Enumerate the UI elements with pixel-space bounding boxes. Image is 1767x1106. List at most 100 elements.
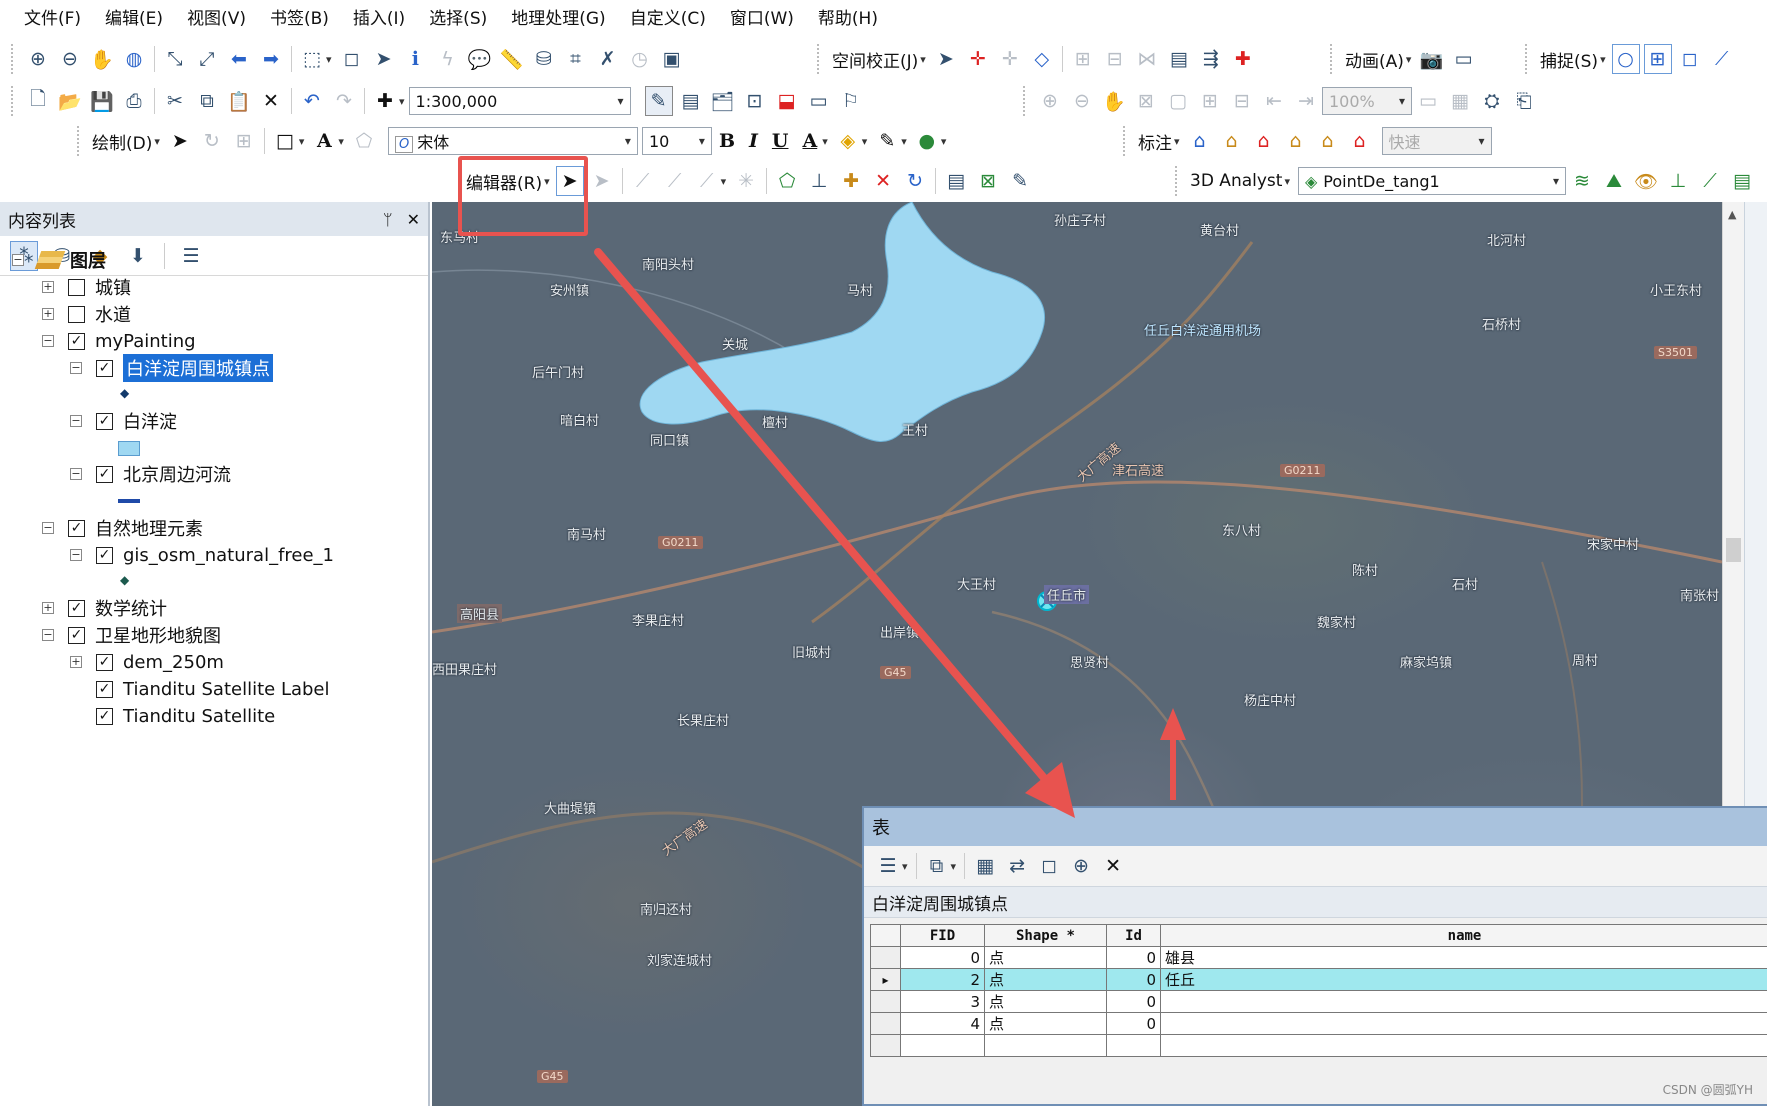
point-symbol-icon[interactable]: ◆ [120, 379, 129, 407]
row-selector[interactable] [870, 990, 901, 1013]
font-color-button[interactable]: A [795, 130, 824, 152]
expand-icon[interactable]: + [42, 308, 54, 320]
modelbuilder-icon[interactable]: ⚐ [837, 86, 865, 116]
switch-selection-icon[interactable]: ⇄ [1003, 851, 1031, 881]
end-point-arc-icon[interactable]: ⟋ [661, 166, 689, 196]
expand-icon[interactable]: + [70, 656, 82, 668]
edit-pointer-icon[interactable]: ➤ [932, 44, 960, 74]
labeling-menu[interactable]: 标注 [1134, 129, 1176, 154]
point-tool-icon[interactable]: ✳ [732, 166, 760, 196]
identity-link-icon[interactable]: ⋈ [1133, 44, 1161, 74]
multi-displacement-icon[interactable]: ◇ [1028, 44, 1056, 74]
pan-hand-icon[interactable]: ✋ [88, 44, 116, 74]
scroll-thumb[interactable] [1726, 538, 1741, 562]
bold-button[interactable]: B [712, 130, 742, 152]
limited-adjust-icon[interactable]: ⊟ [1101, 44, 1129, 74]
visibility-checkbox[interactable]: ✓ [96, 412, 113, 430]
cell-empty[interactable] [984, 1034, 1107, 1057]
straight-segment-icon[interactable]: ⟋ [629, 166, 657, 196]
cell-empty[interactable] [1106, 1034, 1161, 1057]
snapping-menu[interactable]: 捕捉(S) [1536, 47, 1602, 72]
back-arrow-icon[interactable]: ⬅ [225, 44, 253, 74]
route-icon[interactable]: ⌗ [562, 44, 590, 74]
rotate-icon[interactable]: ↻ [198, 126, 226, 156]
zoom-100-icon[interactable]: ▢ [1164, 86, 1192, 116]
marker-color-icon[interactable]: ● [913, 126, 941, 156]
lock-labels-icon[interactable]: ⌂ [1218, 126, 1246, 156]
interpolate-line-icon[interactable]: ⟋ [1696, 166, 1724, 196]
layout-zoom-in-icon[interactable]: ⊕ [1036, 86, 1064, 116]
collapse-icon[interactable]: − [70, 362, 82, 374]
cell-id[interactable]: 0 [1106, 1012, 1161, 1035]
table-options-icon[interactable]: ☰ [874, 851, 902, 881]
reshape-icon[interactable]: ⊥ [805, 166, 833, 196]
collapse-icon[interactable]: − [70, 468, 82, 480]
toc-layer-chengzhen[interactable]: + 城镇 [42, 273, 131, 301]
font-size-combo[interactable]: 10 ▾ [641, 127, 712, 155]
list-by-selection-icon[interactable]: ⬇ [124, 241, 152, 271]
column-header-fid[interactable]: FID [900, 924, 985, 947]
zoom-out-icon[interactable]: ⊖ [56, 44, 84, 74]
table-tab-name[interactable]: 白洋淀周围城镇点 [864, 886, 1767, 918]
view-link-table-icon[interactable]: ▤ [1165, 44, 1193, 74]
edge-snapping-icon[interactable]: ⟋ [1708, 44, 1736, 74]
collapse-icon[interactable]: − [42, 629, 54, 641]
edit-vertices-tool-icon[interactable]: ⬠ [773, 166, 801, 196]
visibility-checkbox[interactable]: ✓ [96, 359, 113, 377]
underline-button[interactable]: U [765, 130, 796, 152]
change-layout-icon[interactable]: ⛭ [1478, 86, 1506, 116]
visibility-checkbox[interactable]: ✓ [68, 599, 85, 617]
visibility-checkbox[interactable] [68, 278, 85, 296]
catalog-icon[interactable]: 🗂 [709, 86, 737, 116]
cell-name[interactable] [1160, 1012, 1767, 1035]
cell-empty[interactable] [1160, 1034, 1767, 1057]
map-scale-combo[interactable]: 1:300,000 ▾ [408, 87, 631, 115]
new-displacement-link-icon[interactable]: ✛ [964, 44, 992, 74]
menu-selection[interactable]: 选择(S) [417, 0, 499, 38]
paste-icon[interactable]: 📋 [225, 86, 253, 116]
visibility-checkbox[interactable]: ✓ [96, 465, 113, 483]
search-window-icon[interactable]: ⊡ [741, 86, 769, 116]
next-extent-page-icon[interactable]: ⇥ [1292, 86, 1320, 116]
label-manager-icon[interactable]: ⌂ [1186, 126, 1214, 156]
cell-shape[interactable]: 点 [984, 946, 1107, 969]
cell-shape[interactable]: 点 [984, 990, 1107, 1013]
redo-icon[interactable]: ↷ [330, 86, 358, 116]
end-snapping-icon[interactable]: ⊞ [1643, 44, 1672, 74]
select-features-icon[interactable]: ⬚ [298, 44, 326, 74]
toc-layer-tianditu-label[interactable]: ✓ Tianditu Satellite Label [96, 675, 330, 703]
vertex-snapping-icon[interactable]: ◻ [1676, 44, 1704, 74]
fixed-zoom-in-page-icon[interactable]: ⊞ [1196, 86, 1224, 116]
cell-shape[interactable]: 点 [984, 1012, 1107, 1035]
table-of-contents-icon[interactable]: ▤ [677, 86, 705, 116]
pin-icon[interactable]: ᛘ [383, 210, 393, 229]
layout-pan-icon[interactable]: ✋ [1100, 86, 1128, 116]
options-icon[interactable]: ☰ [177, 241, 205, 271]
open-folder-icon[interactable]: 📂 [56, 86, 84, 116]
new-document-icon[interactable]: 🗋 [24, 86, 52, 116]
fixed-zoom-out-icon[interactable]: ⤢ [193, 44, 221, 74]
column-header-id[interactable]: Id [1106, 924, 1161, 947]
row-selector[interactable] [870, 1012, 901, 1035]
full-extent-globe-icon[interactable]: ◍ [120, 44, 148, 74]
menu-geoprocessing[interactable]: 地理处理(G) [499, 0, 617, 38]
select-elements-arrow-icon[interactable]: ➤ [166, 126, 194, 156]
line-symbol-icon[interactable] [118, 487, 140, 515]
edge-match-icon[interactable]: ✚ [1229, 44, 1257, 74]
cell-shape[interactable]: 点 [984, 968, 1107, 991]
find-binoculars-icon[interactable]: ⛁ [530, 44, 558, 74]
table-row-empty[interactable] [870, 1034, 1767, 1057]
visibility-checkbox[interactable]: ✓ [68, 519, 85, 537]
delete-icon[interactable]: ✕ [257, 86, 285, 116]
visibility-checkbox[interactable]: ✓ [68, 332, 85, 350]
pause-labeling-icon[interactable]: ⌂ [1250, 126, 1278, 156]
collapse-icon[interactable]: − [12, 254, 24, 266]
expand-icon[interactable]: + [42, 602, 54, 614]
editor-toolbar-toggle-icon[interactable]: ✎ [644, 86, 673, 116]
collapse-icon[interactable]: − [42, 335, 54, 347]
cell-name[interactable]: 雄县 [1160, 946, 1767, 969]
menu-customize[interactable]: 自定义(C) [618, 0, 718, 38]
arctoolbox-icon[interactable]: ⬓ [773, 86, 801, 116]
modify-link-icon[interactable]: ✛ [996, 44, 1024, 74]
draw-menu[interactable]: 绘制(D) [88, 129, 156, 154]
